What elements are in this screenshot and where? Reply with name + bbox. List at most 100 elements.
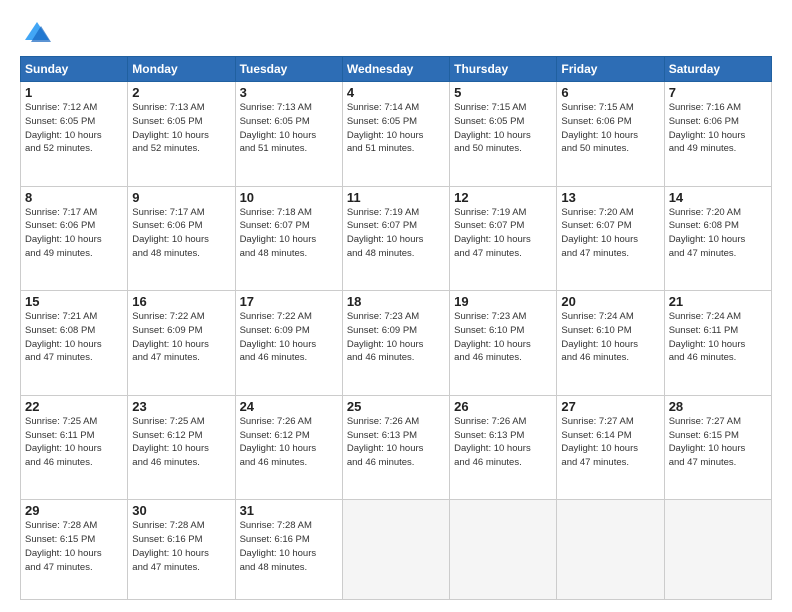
- calendar-day-cell: [557, 500, 664, 600]
- calendar-day-cell: 27Sunrise: 7:27 AMSunset: 6:14 PMDayligh…: [557, 395, 664, 500]
- day-info: Sunrise: 7:23 AMSunset: 6:10 PMDaylight:…: [454, 310, 552, 365]
- day-number: 5: [454, 85, 552, 100]
- day-header: Wednesday: [342, 57, 449, 82]
- day-info: Sunrise: 7:24 AMSunset: 6:11 PMDaylight:…: [669, 310, 767, 365]
- day-number: 17: [240, 294, 338, 309]
- day-number: 9: [132, 190, 230, 205]
- calendar-day-cell: 11Sunrise: 7:19 AMSunset: 6:07 PMDayligh…: [342, 186, 449, 291]
- day-number: 31: [240, 503, 338, 518]
- day-header: Saturday: [664, 57, 771, 82]
- calendar-day-cell: 22Sunrise: 7:25 AMSunset: 6:11 PMDayligh…: [21, 395, 128, 500]
- day-number: 6: [561, 85, 659, 100]
- day-number: 22: [25, 399, 123, 414]
- day-number: 2: [132, 85, 230, 100]
- day-info: Sunrise: 7:28 AMSunset: 6:16 PMDaylight:…: [132, 519, 230, 574]
- day-info: Sunrise: 7:16 AMSunset: 6:06 PMDaylight:…: [669, 101, 767, 156]
- day-header: Monday: [128, 57, 235, 82]
- calendar-day-cell: 18Sunrise: 7:23 AMSunset: 6:09 PMDayligh…: [342, 291, 449, 396]
- day-number: 3: [240, 85, 338, 100]
- day-info: Sunrise: 7:26 AMSunset: 6:13 PMDaylight:…: [347, 415, 445, 470]
- day-info: Sunrise: 7:28 AMSunset: 6:16 PMDaylight:…: [240, 519, 338, 574]
- header: [20, 18, 772, 46]
- day-header: Thursday: [450, 57, 557, 82]
- calendar-day-cell: 25Sunrise: 7:26 AMSunset: 6:13 PMDayligh…: [342, 395, 449, 500]
- page: SundayMondayTuesdayWednesdayThursdayFrid…: [0, 0, 792, 612]
- calendar-day-cell: 31Sunrise: 7:28 AMSunset: 6:16 PMDayligh…: [235, 500, 342, 600]
- day-info: Sunrise: 7:26 AMSunset: 6:12 PMDaylight:…: [240, 415, 338, 470]
- day-info: Sunrise: 7:25 AMSunset: 6:12 PMDaylight:…: [132, 415, 230, 470]
- calendar-day-cell: [450, 500, 557, 600]
- calendar-day-cell: [664, 500, 771, 600]
- calendar-day-cell: 13Sunrise: 7:20 AMSunset: 6:07 PMDayligh…: [557, 186, 664, 291]
- calendar-day-cell: 20Sunrise: 7:24 AMSunset: 6:10 PMDayligh…: [557, 291, 664, 396]
- day-number: 4: [347, 85, 445, 100]
- calendar-day-cell: 19Sunrise: 7:23 AMSunset: 6:10 PMDayligh…: [450, 291, 557, 396]
- day-number: 21: [669, 294, 767, 309]
- calendar-day-cell: 28Sunrise: 7:27 AMSunset: 6:15 PMDayligh…: [664, 395, 771, 500]
- day-info: Sunrise: 7:19 AMSunset: 6:07 PMDaylight:…: [347, 206, 445, 261]
- calendar-day-cell: 26Sunrise: 7:26 AMSunset: 6:13 PMDayligh…: [450, 395, 557, 500]
- logo-icon: [23, 18, 51, 46]
- day-number: 20: [561, 294, 659, 309]
- calendar-week-row: 15Sunrise: 7:21 AMSunset: 6:08 PMDayligh…: [21, 291, 772, 396]
- day-header: Sunday: [21, 57, 128, 82]
- day-number: 12: [454, 190, 552, 205]
- day-info: Sunrise: 7:15 AMSunset: 6:06 PMDaylight:…: [561, 101, 659, 156]
- day-number: 7: [669, 85, 767, 100]
- day-number: 11: [347, 190, 445, 205]
- day-info: Sunrise: 7:19 AMSunset: 6:07 PMDaylight:…: [454, 206, 552, 261]
- calendar-week-row: 29Sunrise: 7:28 AMSunset: 6:15 PMDayligh…: [21, 500, 772, 600]
- day-info: Sunrise: 7:21 AMSunset: 6:08 PMDaylight:…: [25, 310, 123, 365]
- day-info: Sunrise: 7:27 AMSunset: 6:15 PMDaylight:…: [669, 415, 767, 470]
- day-number: 25: [347, 399, 445, 414]
- calendar-day-cell: 12Sunrise: 7:19 AMSunset: 6:07 PMDayligh…: [450, 186, 557, 291]
- day-number: 8: [25, 190, 123, 205]
- calendar-header-row: SundayMondayTuesdayWednesdayThursdayFrid…: [21, 57, 772, 82]
- day-number: 23: [132, 399, 230, 414]
- calendar-day-cell: 14Sunrise: 7:20 AMSunset: 6:08 PMDayligh…: [664, 186, 771, 291]
- calendar-day-cell: 15Sunrise: 7:21 AMSunset: 6:08 PMDayligh…: [21, 291, 128, 396]
- day-number: 30: [132, 503, 230, 518]
- day-number: 19: [454, 294, 552, 309]
- day-number: 13: [561, 190, 659, 205]
- logo: [20, 18, 51, 46]
- calendar-week-row: 1Sunrise: 7:12 AMSunset: 6:05 PMDaylight…: [21, 82, 772, 187]
- day-info: Sunrise: 7:28 AMSunset: 6:15 PMDaylight:…: [25, 519, 123, 574]
- day-header: Tuesday: [235, 57, 342, 82]
- day-info: Sunrise: 7:17 AMSunset: 6:06 PMDaylight:…: [25, 206, 123, 261]
- day-header: Friday: [557, 57, 664, 82]
- calendar-day-cell: 23Sunrise: 7:25 AMSunset: 6:12 PMDayligh…: [128, 395, 235, 500]
- calendar-day-cell: 1Sunrise: 7:12 AMSunset: 6:05 PMDaylight…: [21, 82, 128, 187]
- day-number: 28: [669, 399, 767, 414]
- day-number: 18: [347, 294, 445, 309]
- day-info: Sunrise: 7:20 AMSunset: 6:07 PMDaylight:…: [561, 206, 659, 261]
- day-number: 29: [25, 503, 123, 518]
- calendar-day-cell: 17Sunrise: 7:22 AMSunset: 6:09 PMDayligh…: [235, 291, 342, 396]
- calendar-day-cell: 8Sunrise: 7:17 AMSunset: 6:06 PMDaylight…: [21, 186, 128, 291]
- calendar-day-cell: 30Sunrise: 7:28 AMSunset: 6:16 PMDayligh…: [128, 500, 235, 600]
- day-number: 26: [454, 399, 552, 414]
- calendar-day-cell: 29Sunrise: 7:28 AMSunset: 6:15 PMDayligh…: [21, 500, 128, 600]
- calendar-day-cell: 24Sunrise: 7:26 AMSunset: 6:12 PMDayligh…: [235, 395, 342, 500]
- day-number: 16: [132, 294, 230, 309]
- calendar-table: SundayMondayTuesdayWednesdayThursdayFrid…: [20, 56, 772, 600]
- day-number: 15: [25, 294, 123, 309]
- day-info: Sunrise: 7:24 AMSunset: 6:10 PMDaylight:…: [561, 310, 659, 365]
- calendar-day-cell: 9Sunrise: 7:17 AMSunset: 6:06 PMDaylight…: [128, 186, 235, 291]
- day-info: Sunrise: 7:13 AMSunset: 6:05 PMDaylight:…: [132, 101, 230, 156]
- day-number: 1: [25, 85, 123, 100]
- calendar-week-row: 8Sunrise: 7:17 AMSunset: 6:06 PMDaylight…: [21, 186, 772, 291]
- day-info: Sunrise: 7:15 AMSunset: 6:05 PMDaylight:…: [454, 101, 552, 156]
- calendar-week-row: 22Sunrise: 7:25 AMSunset: 6:11 PMDayligh…: [21, 395, 772, 500]
- calendar-day-cell: 3Sunrise: 7:13 AMSunset: 6:05 PMDaylight…: [235, 82, 342, 187]
- day-number: 27: [561, 399, 659, 414]
- calendar-day-cell: 7Sunrise: 7:16 AMSunset: 6:06 PMDaylight…: [664, 82, 771, 187]
- calendar-day-cell: 21Sunrise: 7:24 AMSunset: 6:11 PMDayligh…: [664, 291, 771, 396]
- calendar-day-cell: 16Sunrise: 7:22 AMSunset: 6:09 PMDayligh…: [128, 291, 235, 396]
- calendar-day-cell: 4Sunrise: 7:14 AMSunset: 6:05 PMDaylight…: [342, 82, 449, 187]
- calendar-day-cell: 5Sunrise: 7:15 AMSunset: 6:05 PMDaylight…: [450, 82, 557, 187]
- day-number: 14: [669, 190, 767, 205]
- day-info: Sunrise: 7:12 AMSunset: 6:05 PMDaylight:…: [25, 101, 123, 156]
- day-info: Sunrise: 7:20 AMSunset: 6:08 PMDaylight:…: [669, 206, 767, 261]
- day-info: Sunrise: 7:22 AMSunset: 6:09 PMDaylight:…: [240, 310, 338, 365]
